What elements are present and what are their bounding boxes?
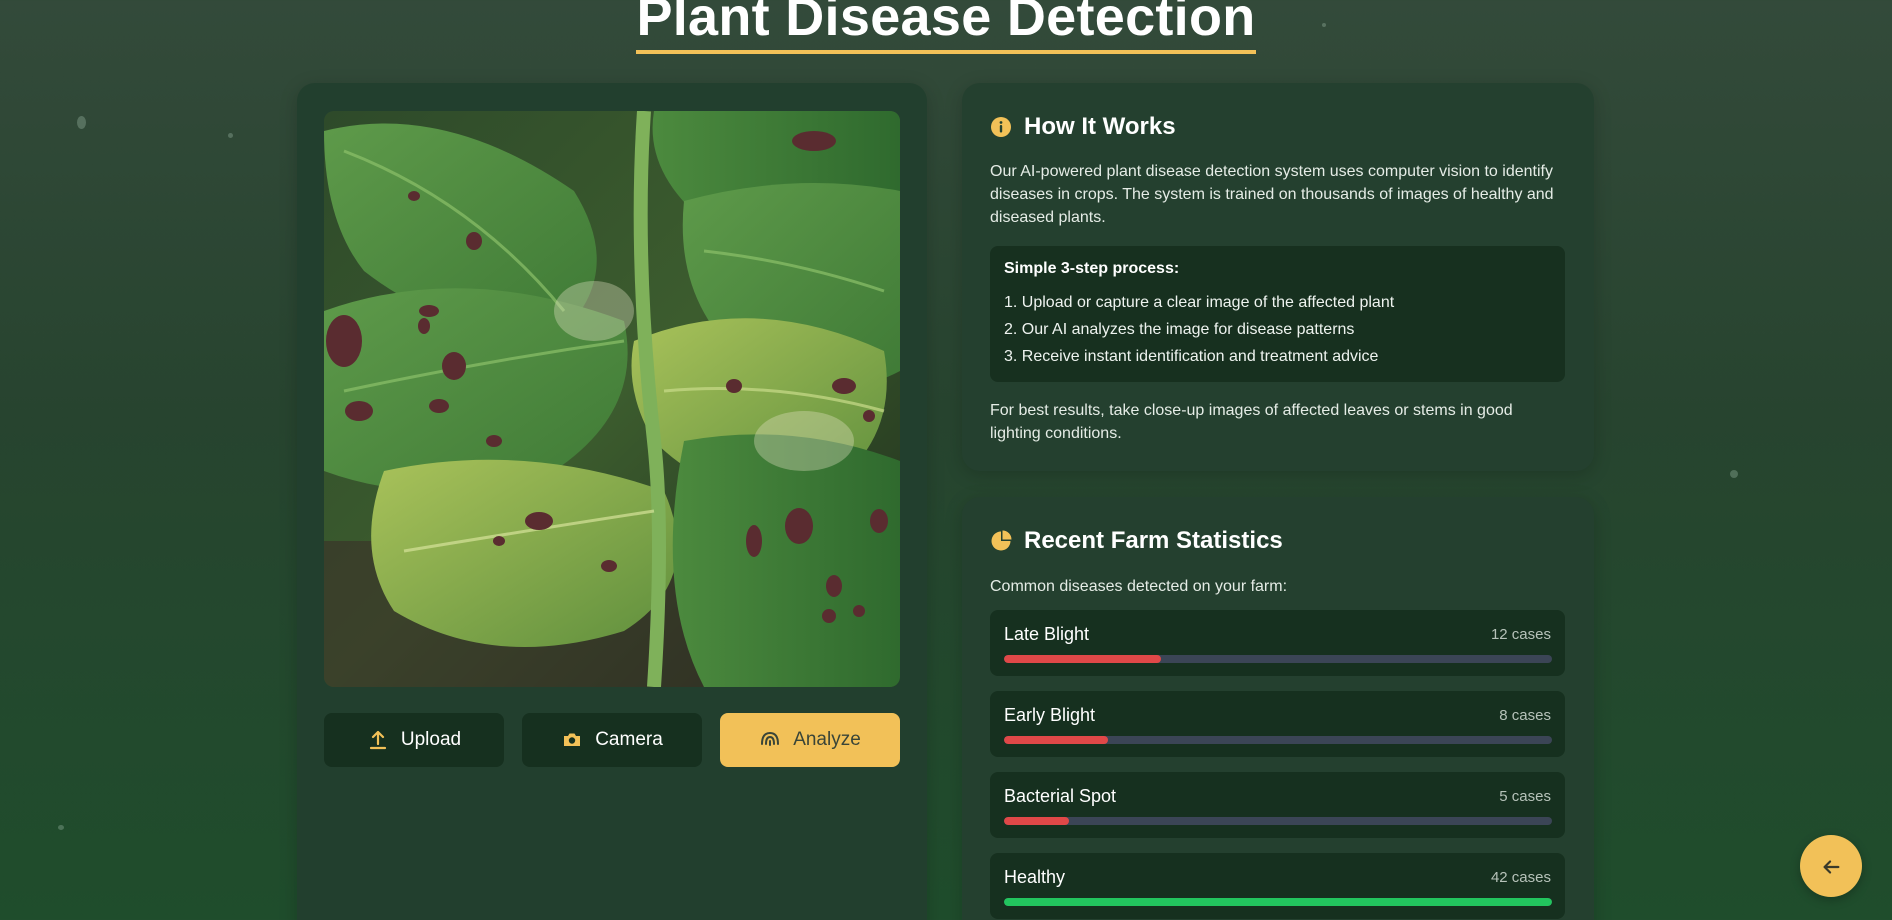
analyze-button-label: Analyze (793, 729, 861, 750)
image-panel: Upload Camera Analyze (297, 83, 927, 920)
upload-button-label: Upload (400, 729, 462, 750)
background-speck (1730, 470, 1738, 478)
step-item: 1. Upload or capture a clear image of th… (1004, 294, 1395, 311)
upload-button[interactable]: Upload (324, 713, 504, 767)
stat-count: 12 cases (1490, 626, 1551, 643)
stat-progress-track (1004, 817, 1552, 825)
analyze-button[interactable]: Analyze (720, 713, 900, 767)
background-speck (58, 825, 64, 830)
stat-item-late-blight: Late Blight 12 cases (990, 610, 1565, 676)
step-item: 2. Our AI analyzes the image for disease… (1004, 321, 1355, 338)
stat-name: Early Blight (1004, 705, 1096, 725)
camera-button[interactable]: Camera (522, 713, 702, 767)
page-title: Plant Disease Detection (636, 0, 1256, 54)
stat-count: 5 cases (1499, 788, 1551, 805)
stat-progress-track (1004, 898, 1552, 906)
statistics-heading: Recent Farm Statistics (990, 527, 1283, 555)
steps-list: 1. Upload or capture a clear image of th… (1004, 289, 1394, 370)
page-header: Plant Disease Detection (0, 0, 1892, 54)
statistics-subtitle: Common diseases detected on your farm: (990, 578, 1288, 595)
how-it-works-title: How It Works (1024, 113, 1176, 140)
stat-name: Late Blight (1004, 624, 1090, 644)
stat-progress-fill (1004, 898, 1552, 906)
background-speck (228, 133, 233, 138)
steps-title: Simple 3-step process: (1004, 260, 1180, 277)
stat-item-bacterial-spot: Bacterial Spot 5 cases (990, 772, 1565, 838)
scan-icon (759, 729, 781, 751)
farm-statistics-card: Recent Farm Statistics Common diseases d… (962, 497, 1594, 920)
plant-image-preview (324, 111, 900, 687)
how-it-works-heading: How It Works (990, 113, 1176, 141)
camera-button-label: Camera (595, 729, 663, 750)
how-it-works-tip: For best results, take close-up images o… (990, 402, 1513, 442)
stat-name: Healthy (1004, 867, 1066, 887)
steps-box: Simple 3-step process: 1. Upload or capt… (990, 246, 1565, 382)
stat-progress-fill (1004, 655, 1161, 663)
stat-progress-track (1004, 736, 1552, 744)
step-item: 3. Receive instant identification and tr… (1004, 348, 1379, 365)
stat-progress-fill (1004, 817, 1070, 825)
info-icon (990, 116, 1012, 138)
stat-progress-track (1004, 655, 1552, 663)
image-actions: Upload Camera Analyze (324, 713, 900, 767)
statistics-title: Recent Farm Statistics (1024, 527, 1283, 554)
stat-name: Bacterial Spot (1004, 786, 1117, 806)
stat-progress-fill (1004, 736, 1109, 744)
camera-icon (561, 729, 583, 751)
upload-icon (367, 729, 389, 751)
arrow-left-icon (1820, 855, 1842, 877)
stat-count: 8 cases (1499, 707, 1551, 724)
stat-item-early-blight: Early Blight 8 cases (990, 691, 1565, 757)
how-it-works-intro: Our AI-powered plant disease detection s… (990, 163, 1554, 226)
pie-chart-icon (990, 530, 1012, 552)
stat-item-healthy: Healthy 42 cases (990, 853, 1565, 919)
how-it-works-card: How It Works Our AI-powered plant diseas… (962, 83, 1594, 471)
background-speck (77, 116, 86, 129)
stat-count: 42 cases (1490, 869, 1551, 886)
back-button[interactable] (1800, 835, 1862, 897)
